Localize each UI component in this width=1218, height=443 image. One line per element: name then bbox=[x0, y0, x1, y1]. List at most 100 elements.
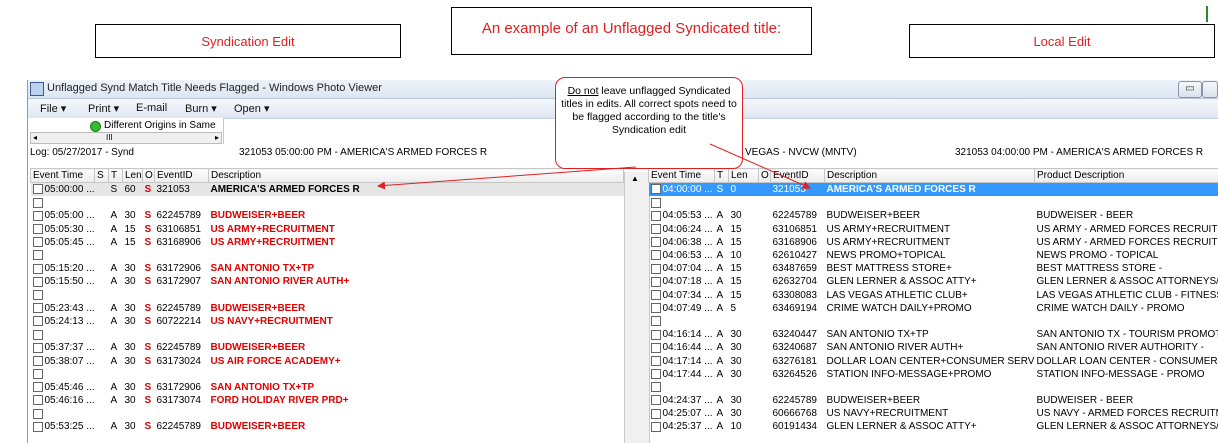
local-row[interactable]: 04:16:44 ... A 30 63240687 SAN ANTONIO RIVER… bbox=[649, 341, 1218, 354]
row-checkbox[interactable] bbox=[32, 237, 43, 248]
row-checkbox[interactable] bbox=[650, 276, 661, 287]
row-checkbox[interactable] bbox=[650, 342, 661, 353]
row-checkbox[interactable] bbox=[650, 369, 661, 380]
row-checkbox[interactable] bbox=[650, 250, 661, 261]
menu-open[interactable]: Open ▾ bbox=[234, 102, 270, 115]
synd-row[interactable] bbox=[31, 289, 624, 302]
synd-row[interactable] bbox=[31, 407, 624, 420]
row-checkbox[interactable] bbox=[32, 197, 43, 208]
synd-row[interactable]: 05:05:45 ... A 15 S 63168906 US ARMY+RECRUITM… bbox=[31, 236, 624, 249]
row-checkbox[interactable] bbox=[32, 329, 43, 340]
synd-column-header[interactable]: S bbox=[94, 168, 109, 183]
row-checkbox[interactable] bbox=[32, 316, 43, 327]
row-checkbox[interactable] bbox=[32, 250, 43, 261]
local-row[interactable]: 04:25:07 ... A 30 60666768 US NAVY+RECRUITME… bbox=[649, 407, 1218, 420]
row-checkbox[interactable] bbox=[650, 382, 661, 393]
synd-column-header[interactable]: T bbox=[108, 168, 123, 183]
local-row[interactable]: 04:07:49 ... A 5 63469194 CRIME WATCH DAILY+… bbox=[649, 302, 1218, 315]
synd-column-header[interactable]: EventID bbox=[154, 168, 209, 183]
synd-column-header[interactable]: Len bbox=[122, 168, 143, 183]
row-checkbox[interactable] bbox=[650, 237, 661, 248]
row-checkbox[interactable] bbox=[32, 421, 43, 432]
row-checkbox[interactable] bbox=[32, 184, 43, 195]
local-row[interactable]: 04:07:04 ... A 15 63487659 BEST MATTRESS STO… bbox=[649, 262, 1218, 275]
row-checkbox[interactable] bbox=[650, 197, 661, 208]
local-row[interactable]: 04:06:38 ... A 15 63168906 US ARMY+RECRUITME… bbox=[649, 236, 1218, 249]
row-checkbox[interactable] bbox=[32, 355, 43, 366]
row-checkbox[interactable] bbox=[650, 355, 661, 366]
synd-row[interactable]: 05:05:30 ... A 15 S 63106851 US ARMY+RECRUITM… bbox=[31, 223, 624, 236]
local-row[interactable]: 04:16:14 ... A 30 63240447 SAN ANTONIO TX+TP… bbox=[649, 328, 1218, 341]
row-checkbox[interactable] bbox=[32, 224, 43, 235]
local-row[interactable]: 04:00:00 ... S 0 321053 AMERICA'S ARMED FORC… bbox=[648, 182, 1218, 197]
row-checkbox[interactable] bbox=[650, 224, 661, 235]
tree-node[interactable]: Different Origins in Same bbox=[104, 120, 216, 131]
menu-file[interactable]: File ▾ bbox=[40, 102, 66, 115]
local-row[interactable] bbox=[649, 315, 1218, 328]
row-checkbox[interactable] bbox=[650, 263, 661, 274]
local-column-header[interactable]: Description bbox=[824, 168, 1035, 183]
scroll-left-icon[interactable]: ◂ bbox=[33, 133, 37, 142]
local-row[interactable]: 04:06:24 ... A 15 63106851 US ARMY+RECRUITME… bbox=[649, 223, 1218, 236]
local-row[interactable]: 04:25:37 ... A 10 60191434 GLEN LERNER & ASS… bbox=[649, 420, 1218, 433]
synd-row[interactable]: 05:15:20 ... A 30 S 63172906 SAN ANTONIO TX+T… bbox=[31, 262, 624, 275]
row-checkbox[interactable] bbox=[650, 408, 661, 419]
synd-row[interactable] bbox=[31, 249, 624, 262]
menu-burn[interactable]: Burn ▾ bbox=[185, 102, 217, 115]
local-row[interactable]: 04:05:53 ... A 30 62245789 BUDWEISER+BEER BUD… bbox=[649, 209, 1218, 222]
local-column-header[interactable]: EventID bbox=[770, 168, 825, 183]
menu-email[interactable]: E-mail bbox=[136, 102, 167, 114]
local-row[interactable]: 04:06:53 ... A 10 62610427 NEWS PROMO+TOPICA… bbox=[649, 249, 1218, 262]
row-checkbox[interactable] bbox=[32, 276, 43, 287]
row-checkbox[interactable] bbox=[32, 408, 43, 419]
scroll-right-icon[interactable]: ▸ bbox=[215, 133, 219, 142]
row-checkbox[interactable] bbox=[650, 329, 661, 340]
synd-column-header[interactable]: Event Time bbox=[30, 168, 95, 183]
minimize-button[interactable]: ▭ bbox=[1178, 81, 1202, 98]
scroll-up-icon[interactable]: ▲ bbox=[631, 174, 639, 183]
synd-row[interactable]: 05:38:07 ... A 30 S 63173024 US AIR FORCE ACA… bbox=[31, 354, 624, 367]
row-checkbox[interactable] bbox=[32, 289, 43, 300]
row-checkbox[interactable] bbox=[32, 395, 43, 406]
row-checkbox[interactable] bbox=[32, 342, 43, 353]
synd-row[interactable] bbox=[31, 196, 624, 209]
row-checkbox[interactable] bbox=[650, 210, 661, 221]
local-row[interactable]: 04:17:14 ... A 30 63276181 DOLLAR LOAN CENTE… bbox=[649, 354, 1218, 367]
row-checkbox[interactable] bbox=[650, 303, 661, 314]
row-checkbox[interactable] bbox=[32, 263, 43, 274]
row-checkbox[interactable] bbox=[650, 421, 661, 432]
synd-row[interactable]: 05:37:37 ... A 30 S 62245789 BUDWEISER+BEER bbox=[31, 341, 624, 354]
synd-row[interactable]: 05:00:00 ... S 60 S 321053 AMERICA'S ARMED FO… bbox=[30, 182, 624, 197]
menu-print[interactable]: Print ▾ bbox=[88, 102, 119, 115]
synd-row[interactable]: 05:15:50 ... A 30 S 63172907 SAN ANTONIO RIVE… bbox=[31, 275, 624, 288]
row-checkbox[interactable] bbox=[650, 316, 661, 327]
window-controls-edge[interactable] bbox=[1202, 81, 1218, 98]
local-column-header[interactable]: Product Description bbox=[1034, 168, 1218, 183]
synd-row[interactable] bbox=[31, 328, 624, 341]
synd-row[interactable]: 05:23:43 ... A 30 S 62245789 BUDWEISER+BEER bbox=[31, 302, 624, 315]
local-row[interactable]: 04:24:37 ... A 30 62245789 BUDWEISER+BEER BUD… bbox=[649, 394, 1218, 407]
row-checkbox[interactable] bbox=[650, 184, 661, 195]
synd-row[interactable]: 05:24:13 ... A 30 S 60722214 US NAVY+RECRUITM… bbox=[31, 315, 624, 328]
row-checkbox[interactable] bbox=[32, 303, 43, 314]
local-row[interactable] bbox=[649, 381, 1218, 394]
local-column-header[interactable]: Len bbox=[728, 168, 759, 183]
synd-row[interactable]: 05:46:16 ... A 30 S 63173074 FORD HOLIDAY RIV… bbox=[31, 394, 624, 407]
synd-row[interactable]: 05:53:25 ... A 30 S 62245789 BUDWEISER+BEER bbox=[31, 420, 624, 433]
row-checkbox[interactable] bbox=[32, 369, 43, 380]
synd-row[interactable]: 05:05:00 ... A 30 S 62245789 BUDWEISER+BEER bbox=[31, 209, 624, 222]
scroll-thumb[interactable]: III bbox=[106, 133, 113, 142]
synd-row[interactable]: 05:45:46 ... A 30 S 63172906 SAN ANTONIO TX+T… bbox=[31, 381, 624, 394]
horizontal-scrollbar[interactable]: ◂ III ▸ bbox=[30, 132, 222, 144]
row-checkbox[interactable] bbox=[650, 289, 661, 300]
local-row[interactable] bbox=[649, 196, 1218, 209]
local-row[interactable]: 04:07:34 ... A 15 63308083 LAS VEGAS ATHLETI… bbox=[649, 289, 1218, 302]
local-column-header[interactable]: Event Time bbox=[648, 168, 715, 183]
local-column-header[interactable]: T bbox=[714, 168, 729, 183]
synd-column-header[interactable]: Description bbox=[208, 168, 624, 183]
local-row[interactable]: 04:17:44 ... A 30 63264526 STATION INFO-MESS… bbox=[649, 368, 1218, 381]
grid-splitter[interactable]: ▲ bbox=[624, 172, 650, 443]
row-checkbox[interactable] bbox=[32, 210, 43, 221]
synd-row[interactable] bbox=[31, 368, 624, 381]
local-column-header[interactable]: O bbox=[758, 168, 771, 183]
